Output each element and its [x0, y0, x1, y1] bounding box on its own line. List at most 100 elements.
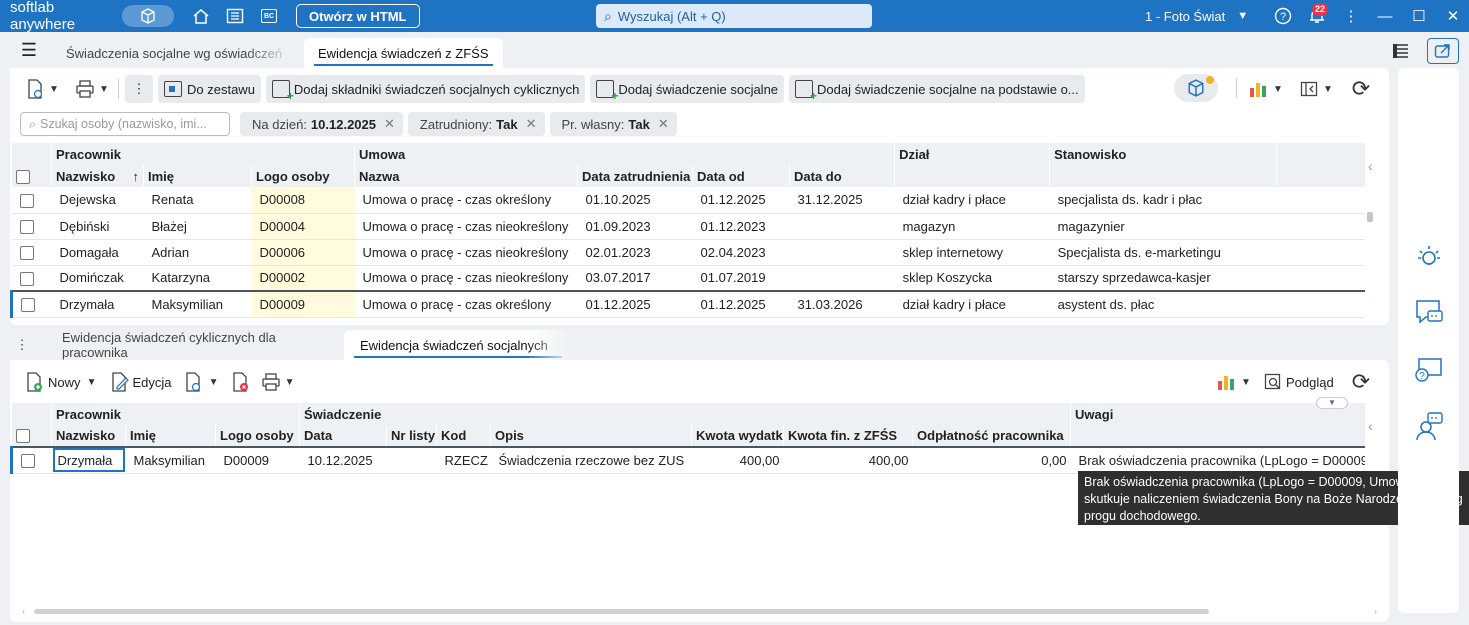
row-checkbox[interactable]: [10, 446, 52, 474]
preview-button-label[interactable]: Podgląd: [1286, 375, 1334, 390]
table-row[interactable]: Drzymała Maksymilian D00009 Umowa o pracę -…: [10, 290, 1365, 318]
horizontal-scrollbar[interactable]: ‹ ›: [22, 606, 1377, 616]
bar-chart-icon[interactable]: [1246, 75, 1270, 103]
row-checkbox[interactable]: [11, 187, 52, 214]
select-all-checkbox[interactable]: [11, 425, 52, 447]
chevron-down-icon[interactable]: ▼: [1316, 397, 1348, 409]
document-list-icon[interactable]: [222, 5, 248, 27]
tab-ewidencja-cyklicznych[interactable]: Ewidencja świadczeń cyklicznych dla prac…: [34, 330, 344, 360]
row-checkbox[interactable]: [10, 290, 52, 318]
tab-swiadczenia-socjalne[interactable]: Świadczenia socjalne wg oświadczeń: [58, 38, 292, 68]
preview-icon[interactable]: [1262, 368, 1284, 396]
table-row[interactable]: Domagała Adrian D00006 Umowa o pracę - czas…: [11, 239, 1365, 266]
share-icon[interactable]: [1427, 38, 1459, 64]
more-vertical-icon[interactable]: ⋮: [125, 75, 153, 103]
layout-icon[interactable]: [1386, 38, 1416, 64]
chevron-down-icon[interactable]: ▼: [1322, 75, 1334, 103]
chevron-down-icon[interactable]: ▼: [282, 368, 298, 396]
refresh-icon[interactable]: ⟳: [1348, 368, 1374, 396]
close-icon[interactable]: ✕: [384, 116, 395, 132]
cell-nazwisko[interactable]: Drzymała: [51, 446, 126, 474]
document-info-icon[interactable]: [182, 368, 204, 396]
open-html-button[interactable]: Otwórz w HTML: [296, 4, 420, 28]
column-header-kwota-wydatku[interactable]: Kwota wydatku: [691, 425, 785, 447]
close-icon[interactable]: ✕: [1436, 0, 1469, 32]
chat-icon[interactable]: [1413, 296, 1445, 328]
table-row[interactable]: Dejewska Renata D00008 Umowa o pracę - czas…: [11, 187, 1365, 214]
table-row[interactable]: Dębiński Błażej D00004 Umowa o pracę - czas…: [11, 213, 1365, 240]
person-search-input[interactable]: ⌕ Szukaj osoby (nazwisko, imi...: [20, 112, 230, 136]
chevron-down-icon[interactable]: ▼: [46, 75, 62, 103]
column-header-nazwa[interactable]: Nazwa: [354, 165, 579, 187]
table-row[interactable]: Drzymała Maksymilian D00009 10.12.2025 R…: [10, 446, 1365, 474]
table-row[interactable]: Domińczak Katarzyna D00002 Umowa o pracę - …: [11, 265, 1365, 292]
column-header-data-zatrudnienia[interactable]: Data zatrudnienia: [577, 165, 694, 187]
column-header-data-do[interactable]: Data do: [789, 165, 896, 187]
refresh-icon[interactable]: ⟳: [1348, 75, 1374, 103]
column-header-kwota-fin[interactable]: Kwota fin. z ZFŚS: [783, 425, 914, 447]
panel-toggle-icon[interactable]: [1298, 75, 1320, 103]
filter-chip-zatrudniony[interactable]: Zatrudniony: Tak ✕: [407, 112, 545, 136]
more-vertical-icon[interactable]: ⋮: [10, 330, 34, 360]
dodaj-na-podstawie-button[interactable]: Dodaj świadczenie socjalne na podstawie …: [789, 75, 1085, 103]
company-selector[interactable]: 1 - Foto Świat ▼: [1145, 0, 1248, 32]
scrollbar-thumb[interactable]: [34, 609, 1209, 614]
lightbulb-icon[interactable]: [1413, 241, 1445, 273]
row-checkbox[interactable]: [11, 213, 52, 240]
column-header-logo[interactable]: Logo osoby: [251, 165, 356, 187]
tab-ewidencja-socjalnych[interactable]: Ewidencja świadczeń socjalnych: [344, 330, 572, 360]
chevron-down-icon[interactable]: ▼: [81, 368, 103, 396]
select-all-checkbox[interactable]: [11, 165, 52, 187]
new-button-label[interactable]: Nowy: [48, 375, 81, 390]
more-vertical-icon[interactable]: ⋮: [1334, 0, 1368, 32]
close-icon[interactable]: ✕: [526, 116, 537, 132]
column-header-kod[interactable]: Kod: [436, 425, 492, 447]
close-icon[interactable]: ✕: [658, 116, 669, 132]
column-header-opis[interactable]: Opis: [490, 425, 693, 447]
column-header-odplatnosc[interactable]: Odpłatność pracownika: [912, 425, 1072, 447]
row-checkbox[interactable]: [11, 239, 52, 266]
column-header-nazwisko[interactable]: Nazwisko: [51, 425, 126, 447]
edit-icon[interactable]: [109, 368, 131, 396]
delete-document-icon[interactable]: [230, 368, 252, 396]
bc-icon[interactable]: BC: [256, 5, 282, 27]
cube-icon[interactable]: [1174, 74, 1218, 102]
dodaj-cykliczne-button[interactable]: Dodaj składniki świadczeń socjalnych cyk…: [265, 75, 586, 103]
document-info-icon[interactable]: [24, 75, 46, 103]
column-header-data-od[interactable]: Data od: [692, 165, 791, 187]
edit-button-label[interactable]: Edycja: [133, 375, 172, 390]
global-search-input[interactable]: ⌕ Wyszukaj (Alt + Q): [596, 4, 872, 28]
filter-chip-na-dzien[interactable]: Na dzień: 10.12.2025 ✕: [240, 112, 403, 136]
chevron-down-icon[interactable]: ▼: [1272, 75, 1284, 103]
chevron-down-icon[interactable]: ▼: [204, 368, 224, 396]
column-header-nazwisko[interactable]: Nazwisko ↑: [51, 165, 144, 187]
filter-chip-pr-wlasny[interactable]: Pr. własny: Tak ✕: [549, 112, 677, 136]
column-header-uwagi[interactable]: Uwagi: [1070, 403, 1365, 447]
minimize-icon[interactable]: —: [1368, 0, 1402, 32]
row-checkbox[interactable]: [11, 265, 52, 292]
vertical-scrollbar[interactable]: [1367, 212, 1373, 222]
column-header-imie[interactable]: Imię: [143, 165, 252, 187]
menu-icon[interactable]: ☰: [0, 32, 58, 68]
dodaj-swiadczenie-button[interactable]: Dodaj świadczenie socjalne: [590, 75, 785, 103]
column-header-nr-listy[interactable]: Nr listy: [386, 425, 438, 447]
tab-ewidencja-zfss[interactable]: Ewidencja świadczeń z ZFŚS: [304, 38, 503, 68]
chevron-down-icon[interactable]: ▼: [96, 75, 112, 103]
notifications-icon[interactable]: 22: [1300, 0, 1334, 32]
column-header-imie[interactable]: Imię: [125, 425, 216, 447]
help-chat-icon[interactable]: ?: [1413, 354, 1445, 386]
help-icon[interactable]: ?: [1266, 0, 1300, 32]
bar-chart-icon[interactable]: [1214, 368, 1238, 396]
print-icon[interactable]: [74, 75, 96, 103]
column-header-data[interactable]: Data: [299, 425, 388, 447]
print-icon[interactable]: [260, 368, 282, 396]
home-icon[interactable]: [188, 5, 214, 27]
chevron-down-icon[interactable]: ▼: [1240, 368, 1252, 396]
maximize-icon[interactable]: ☐: [1402, 0, 1436, 32]
chevron-left-icon[interactable]: ‹: [1368, 158, 1373, 174]
chevron-left-icon[interactable]: ‹: [1368, 418, 1373, 434]
column-header-logo[interactable]: Logo osoby: [215, 425, 301, 447]
support-agent-icon[interactable]: [1413, 410, 1445, 442]
new-document-icon[interactable]: [24, 368, 46, 396]
do-zestawu-button[interactable]: Do zestawu: [158, 75, 261, 103]
